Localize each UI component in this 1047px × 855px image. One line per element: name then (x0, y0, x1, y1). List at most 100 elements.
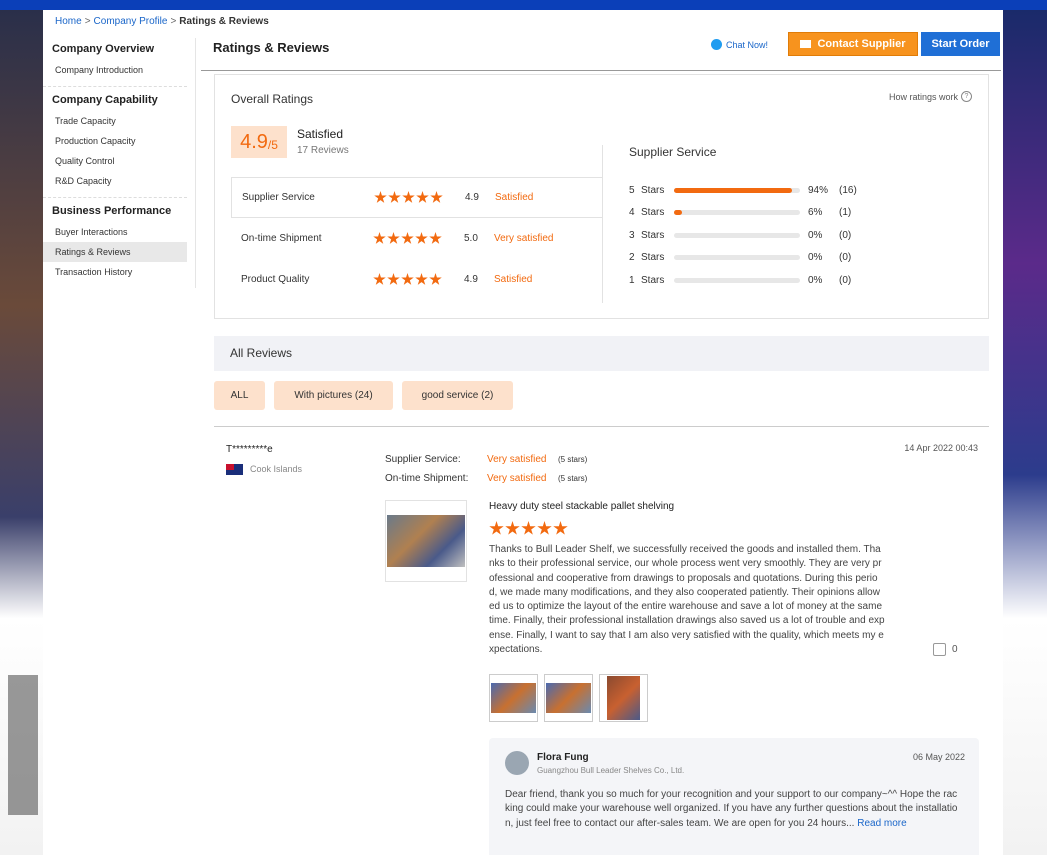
star-icon (489, 521, 504, 535)
how-ratings-work-link[interactable]: How ratings work? (889, 91, 972, 102)
chat-bubble-icon (711, 39, 722, 50)
review-meta-on-time-shipment: On-time Shipment: Very satisfied (5 star… (385, 473, 587, 484)
all-reviews-title: All Reviews (230, 346, 293, 360)
start-order-button[interactable]: Start Order (921, 32, 1000, 56)
review-meta-label: Supplier Service: (385, 454, 461, 465)
star-icon (373, 273, 386, 285)
overall-score: 4.9 (240, 130, 268, 153)
like-button[interactable]: 0 (933, 643, 958, 656)
envelope-icon (800, 40, 812, 48)
sidebar-item-ratings-reviews[interactable]: Ratings & Reviews (43, 242, 187, 262)
review-photo-thumbnail[interactable] (599, 674, 648, 722)
distribution-bar (674, 232, 800, 238)
rating-row-on-time-shipment[interactable]: On-time Shipment 5.0 Very satisfied (231, 218, 603, 259)
distribution-row: 4 Stars 6% (1) (629, 202, 969, 225)
distribution-percent: 6% (808, 207, 823, 219)
review-product-name[interactable]: Heavy duty steel stackable pallet shelvi… (489, 501, 674, 512)
star-icon (401, 273, 414, 285)
star-icon (373, 232, 386, 244)
sidebar-group-overview: Company Overview Company Introduction (43, 38, 187, 87)
rating-row-name: On-time Shipment (241, 233, 322, 244)
star-icon (387, 232, 400, 244)
reviewer-country: Cook Islands (250, 464, 303, 474)
distribution-percent: 0% (808, 274, 823, 286)
breadcrumb-profile[interactable]: Company Profile (94, 16, 168, 27)
background-right (1003, 10, 1047, 855)
star-icon (521, 521, 536, 535)
reply-company: Guangzhou Bull Leader Shelves Co., Ltd. (537, 766, 685, 775)
distribution-percent: 0% (808, 229, 823, 241)
page-top-bar (0, 0, 1047, 10)
reply-text-block: Dear friend, thank you so much for your … (505, 788, 960, 831)
contact-supplier-button[interactable]: Contact Supplier (788, 32, 918, 56)
review-count: 17 Reviews (297, 145, 349, 156)
reviewer-name: T*********e (226, 444, 273, 455)
sidebar-heading: Business Performance (52, 205, 172, 217)
main-content: Home > Company Profile > Ratings & Reviews C… (43, 10, 1003, 855)
reply-date: 06 May 2022 (912, 752, 965, 762)
review-item: T*********e Cook Islands Supplier Servic… (214, 427, 989, 855)
star-icon (415, 273, 428, 285)
product-image[interactable] (385, 500, 467, 582)
sidebar-item-company-introduction[interactable]: Company Introduction (43, 60, 187, 80)
filter-chip-all[interactable]: ALL (214, 381, 265, 410)
distribution-count: (0) (839, 252, 852, 264)
star-icon (537, 521, 552, 535)
read-more-link[interactable]: Read more (857, 818, 906, 829)
sidebar-item-rd-capacity[interactable]: R&D Capacity (43, 171, 187, 191)
star-icon (553, 521, 568, 535)
star-number: 5 (629, 184, 635, 196)
rating-row-value: 4.9 (465, 192, 479, 203)
rating-row-word: Satisfied (494, 274, 533, 285)
sidebar-item-production-capacity[interactable]: Production Capacity (43, 131, 187, 151)
sidebar-item-transaction-history[interactable]: Transaction History (43, 262, 187, 282)
sidebar-item-buyer-interactions[interactable]: Buyer Interactions (43, 222, 187, 242)
breadcrumb-current: Ratings & Reviews (179, 16, 269, 27)
star-icon (415, 232, 428, 244)
sidebar-item-quality-control[interactable]: Quality Control (43, 151, 187, 171)
sidebar: Company Overview Company Introduction Co… (43, 38, 196, 288)
distribution-bar (674, 255, 800, 261)
filter-chip-good-service[interactable]: good service (2) (402, 381, 513, 410)
chat-now-label: Chat Now! (726, 39, 769, 50)
overall-verdict: Satisfied (297, 127, 344, 141)
star-number: 4 (629, 207, 635, 219)
overall-score-badge: 4.9/5 (231, 126, 287, 158)
star-number: 2 (629, 252, 635, 264)
background-left (0, 10, 43, 855)
rating-row-name: Supplier Service (242, 192, 315, 203)
sidebar-group-capability: Company Capability Trade Capacity Produc… (43, 87, 187, 198)
all-reviews-header: All Reviews (214, 336, 989, 371)
thumbs-up-icon (933, 643, 946, 656)
filter-chip-with-pictures[interactable]: With pictures (24) (274, 381, 393, 410)
rating-breakdown: Supplier Service 4.9 Satisfied On-time S… (231, 177, 603, 300)
review-meta-supplier-service: Supplier Service: Very satisfied (5 star… (385, 454, 587, 465)
distribution-row: 5 Stars 94% (16) (629, 179, 969, 202)
distribution-percent: 0% (808, 252, 823, 264)
star-number: 3 (629, 229, 635, 241)
star-label: Stars (641, 252, 665, 264)
review-photo-thumbnail[interactable] (544, 674, 593, 722)
review-photo (546, 683, 591, 713)
overall-score-denominator: /5 (267, 138, 278, 152)
star-icon (374, 191, 387, 203)
rating-row-word: Satisfied (495, 192, 534, 203)
rating-row-supplier-service[interactable]: Supplier Service 4.9 Satisfied (231, 177, 603, 218)
sidebar-group-performance: Business Performance Buyer Interactions … (43, 198, 187, 288)
breadcrumb: Home > Company Profile > Ratings & Reviews (55, 16, 269, 27)
star-distribution: Supplier Service 5 Stars 94% (16) 4 Stars 6… (629, 145, 969, 292)
review-date: 14 Apr 2022 00:43 (904, 443, 978, 453)
review-meta-stars: (5 stars) (558, 455, 588, 464)
chat-now-link[interactable]: Chat Now! (711, 39, 768, 50)
breadcrumb-sep: > (170, 16, 177, 27)
breadcrumb-home[interactable]: Home (55, 16, 82, 27)
star-label: Stars (641, 207, 665, 219)
rating-row-name: Product Quality (241, 274, 310, 285)
rating-row-product-quality[interactable]: Product Quality 4.9 Satisfied (231, 259, 603, 300)
sidebar-item-trade-capacity[interactable]: Trade Capacity (43, 111, 187, 131)
review-photo-thumbnail[interactable] (489, 674, 538, 722)
distribution-bar (674, 187, 800, 193)
star-icon (416, 191, 429, 203)
distribution-count: (0) (839, 229, 852, 241)
review-meta-word: Very satisfied (487, 473, 547, 484)
